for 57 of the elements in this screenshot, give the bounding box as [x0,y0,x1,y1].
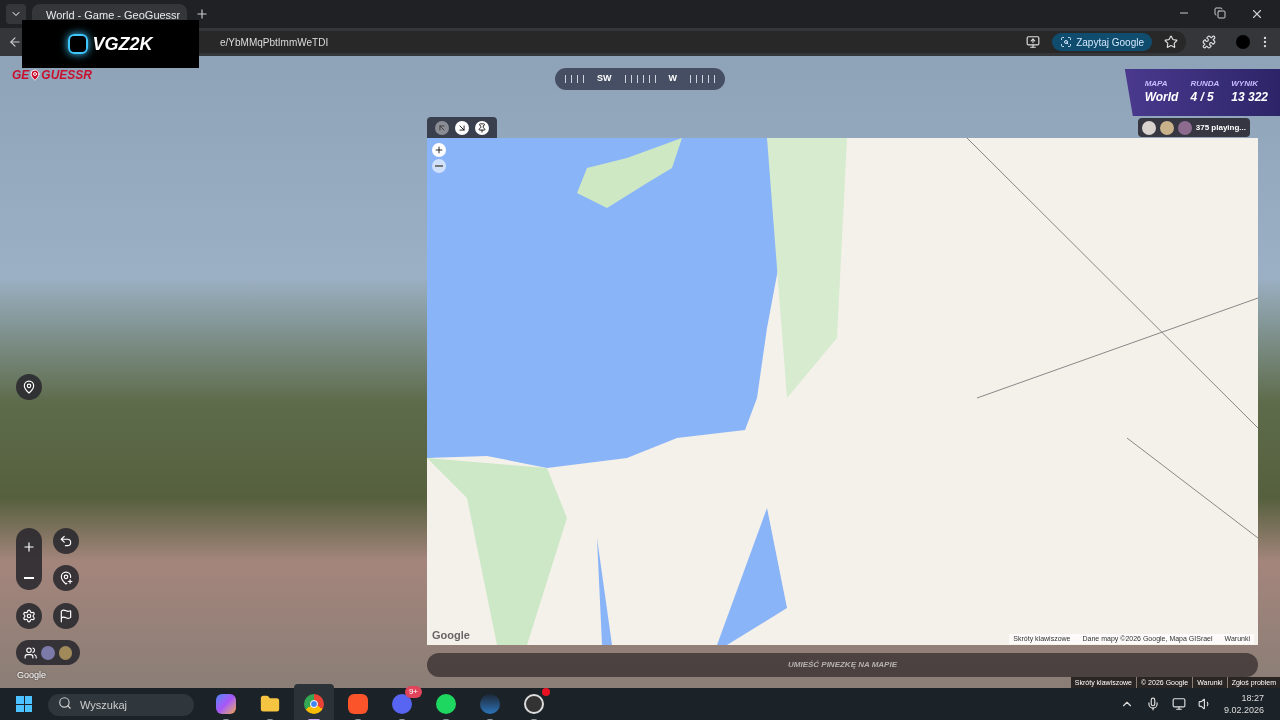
lens-icon [1060,36,1073,48]
zoom-control[interactable] [16,528,42,590]
status-value: 4 / 5 [1190,89,1215,106]
player-avatar [1159,120,1174,135]
flag-icon [59,609,73,623]
microphone-icon[interactable] [1145,697,1160,711]
ask-google-button[interactable]: Zapytaj Google [1052,33,1152,51]
screen-icon[interactable] [1026,35,1041,49]
player-avatar [1177,120,1192,135]
restore-icon[interactable] [1214,7,1226,19]
compass-label: SW [597,72,612,86]
status-value: World [1144,89,1179,106]
url-text: e/YbMMqPbtImmWeTDI [220,35,330,50]
status-label: WYNIK [1231,79,1259,88]
map-provider-logo: Google [432,627,470,643]
new-tab-icon[interactable] [195,7,209,21]
compass-label: W [668,72,677,86]
chrome-taskbar-icon[interactable] [294,684,334,720]
taskbar-search-field[interactable]: Wyszukaj [48,694,194,716]
clock-date: 9.02.2026 [1223,704,1264,716]
map-size-button[interactable] [455,120,469,135]
back-icon[interactable] [8,35,22,49]
zoom-out-button[interactable] [432,159,446,173]
arrow-icon [437,122,447,133]
arrow-icon [457,122,467,133]
street-view-google-logo: Google [17,669,47,682]
return-arrow-icon [59,534,73,548]
pin-icon [29,69,42,81]
search-icon [58,696,72,710]
status-label: MAPA [1144,79,1169,88]
tab-list-button[interactable] [6,4,26,24]
settings-icon [22,609,36,623]
minus-icon [435,165,443,167]
plus-icon [434,145,444,155]
logo-text: GE [12,67,30,84]
map-size-button[interactable] [475,120,489,135]
people-icon [24,645,38,660]
zoom-out-icon [24,576,34,579]
pin-plus-icon [59,571,73,585]
clock-time: 18:27 [1241,692,1264,704]
windows-start-icon[interactable] [16,696,32,712]
notification-badge: 9+ [404,686,422,698]
party-button[interactable] [16,640,80,665]
network-icon[interactable] [1171,697,1186,711]
zoom-in-icon [22,539,36,554]
status-value: 13 322 [1231,89,1268,106]
status-label: RUNDA [1190,79,1220,88]
pin-icon [477,122,487,133]
extensions-icon[interactable] [1202,35,1216,49]
logo-text: GUESSR [41,67,93,84]
close-window-icon[interactable] [1250,7,1264,21]
tab-title: World - Game - GeoGuessr [46,8,181,24]
pin-icon [22,380,36,394]
player-avatar [1141,120,1156,135]
players-count: 375 playing... [1195,121,1246,134]
bookmark-star-icon[interactable] [1164,35,1178,49]
overlay-text: VGZ2K [92,32,153,56]
